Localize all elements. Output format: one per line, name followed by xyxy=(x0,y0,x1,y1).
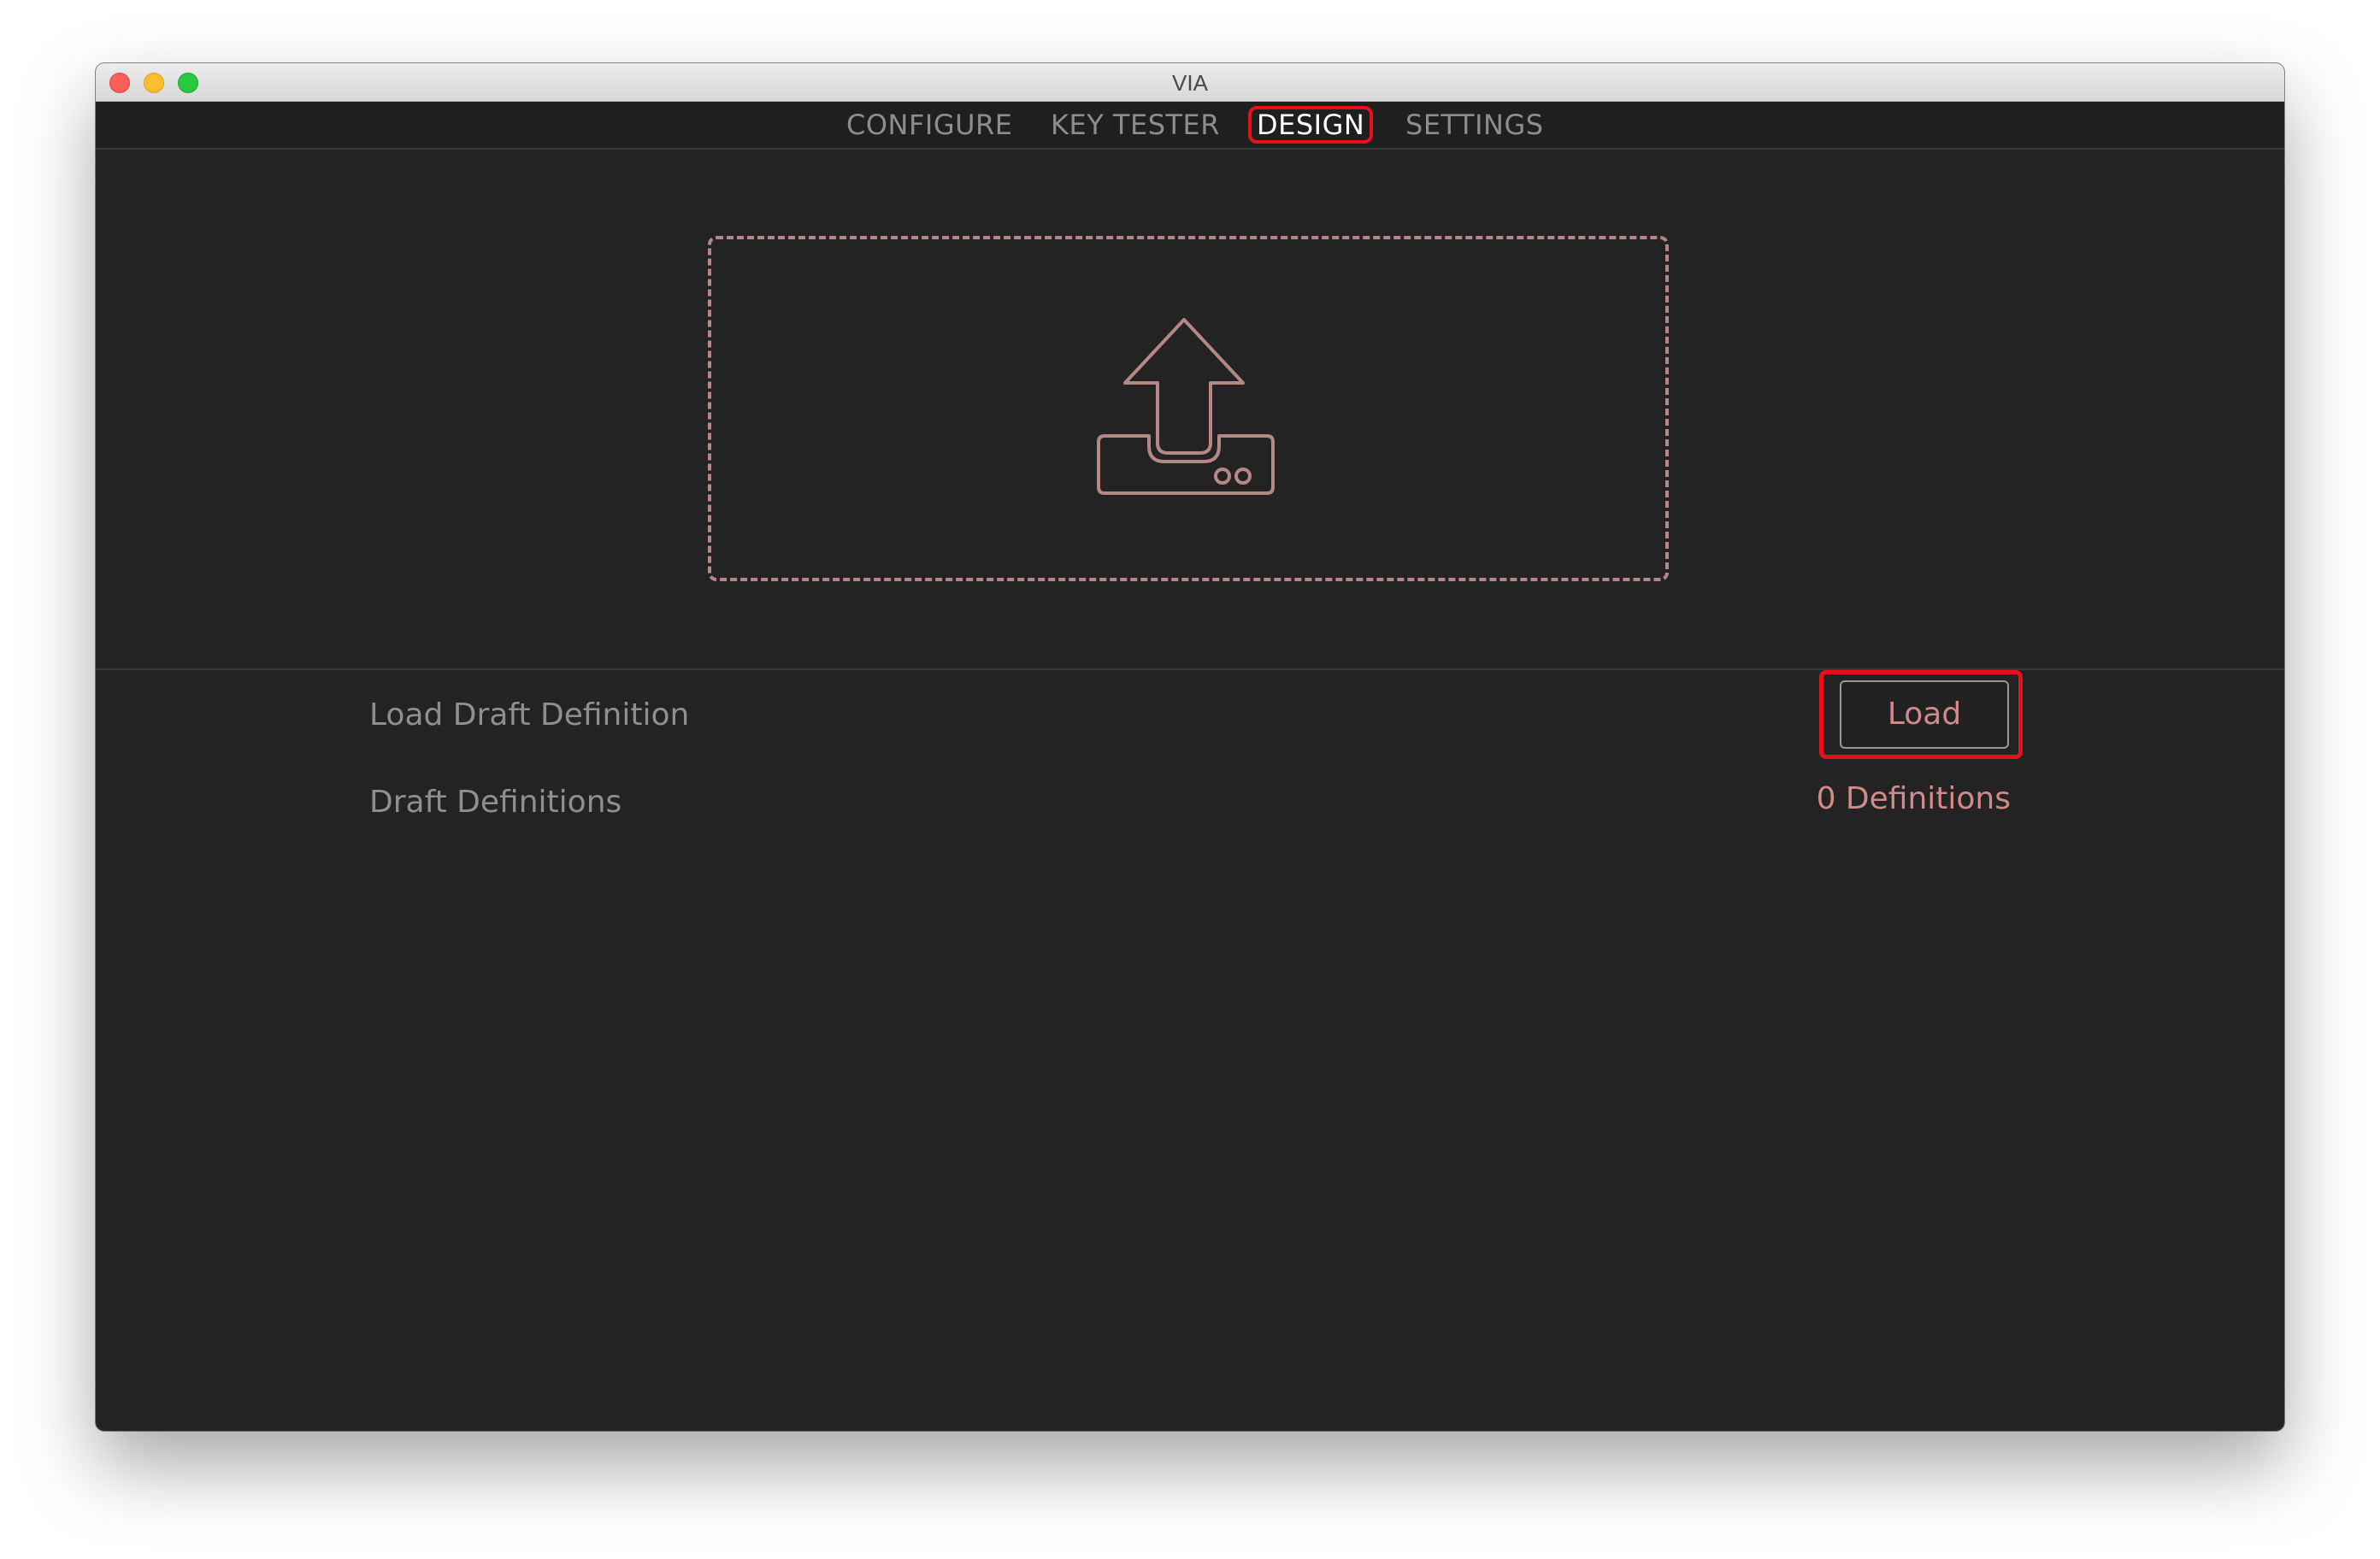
tray-led-right xyxy=(1234,468,1252,485)
top-nav: CONFIGURE KEY TESTER DESIGN SETTINGS xyxy=(96,102,2284,150)
upload-tray-icon xyxy=(1097,318,1275,495)
tray-led-left xyxy=(1214,468,1231,485)
tab-settings[interactable]: SETTINGS xyxy=(1405,106,1544,144)
title-bar: VIA xyxy=(96,63,2284,102)
load-draft-definition-label: Load Draft Definition xyxy=(369,697,690,732)
upload-tray-shape xyxy=(1097,434,1275,495)
draft-definitions-label: Draft Definitions xyxy=(369,785,622,820)
tab-configure[interactable]: CONFIGURE xyxy=(846,106,1012,144)
screenshot-stage: VIA CONFIGURE KEY TESTER DESIGN SETTINGS… xyxy=(0,0,2380,1559)
draft-definitions-count: 0 Definitions xyxy=(1816,781,2011,816)
load-button[interactable]: Load xyxy=(1840,680,2009,749)
app-window: VIA CONFIGURE KEY TESTER DESIGN SETTINGS… xyxy=(96,63,2284,1431)
upload-arrow-shape xyxy=(1123,318,1245,455)
window-title: VIA xyxy=(1172,70,1208,96)
tab-key-tester[interactable]: KEY TESTER xyxy=(1051,106,1220,144)
tab-design[interactable]: DESIGN xyxy=(1248,106,1374,144)
